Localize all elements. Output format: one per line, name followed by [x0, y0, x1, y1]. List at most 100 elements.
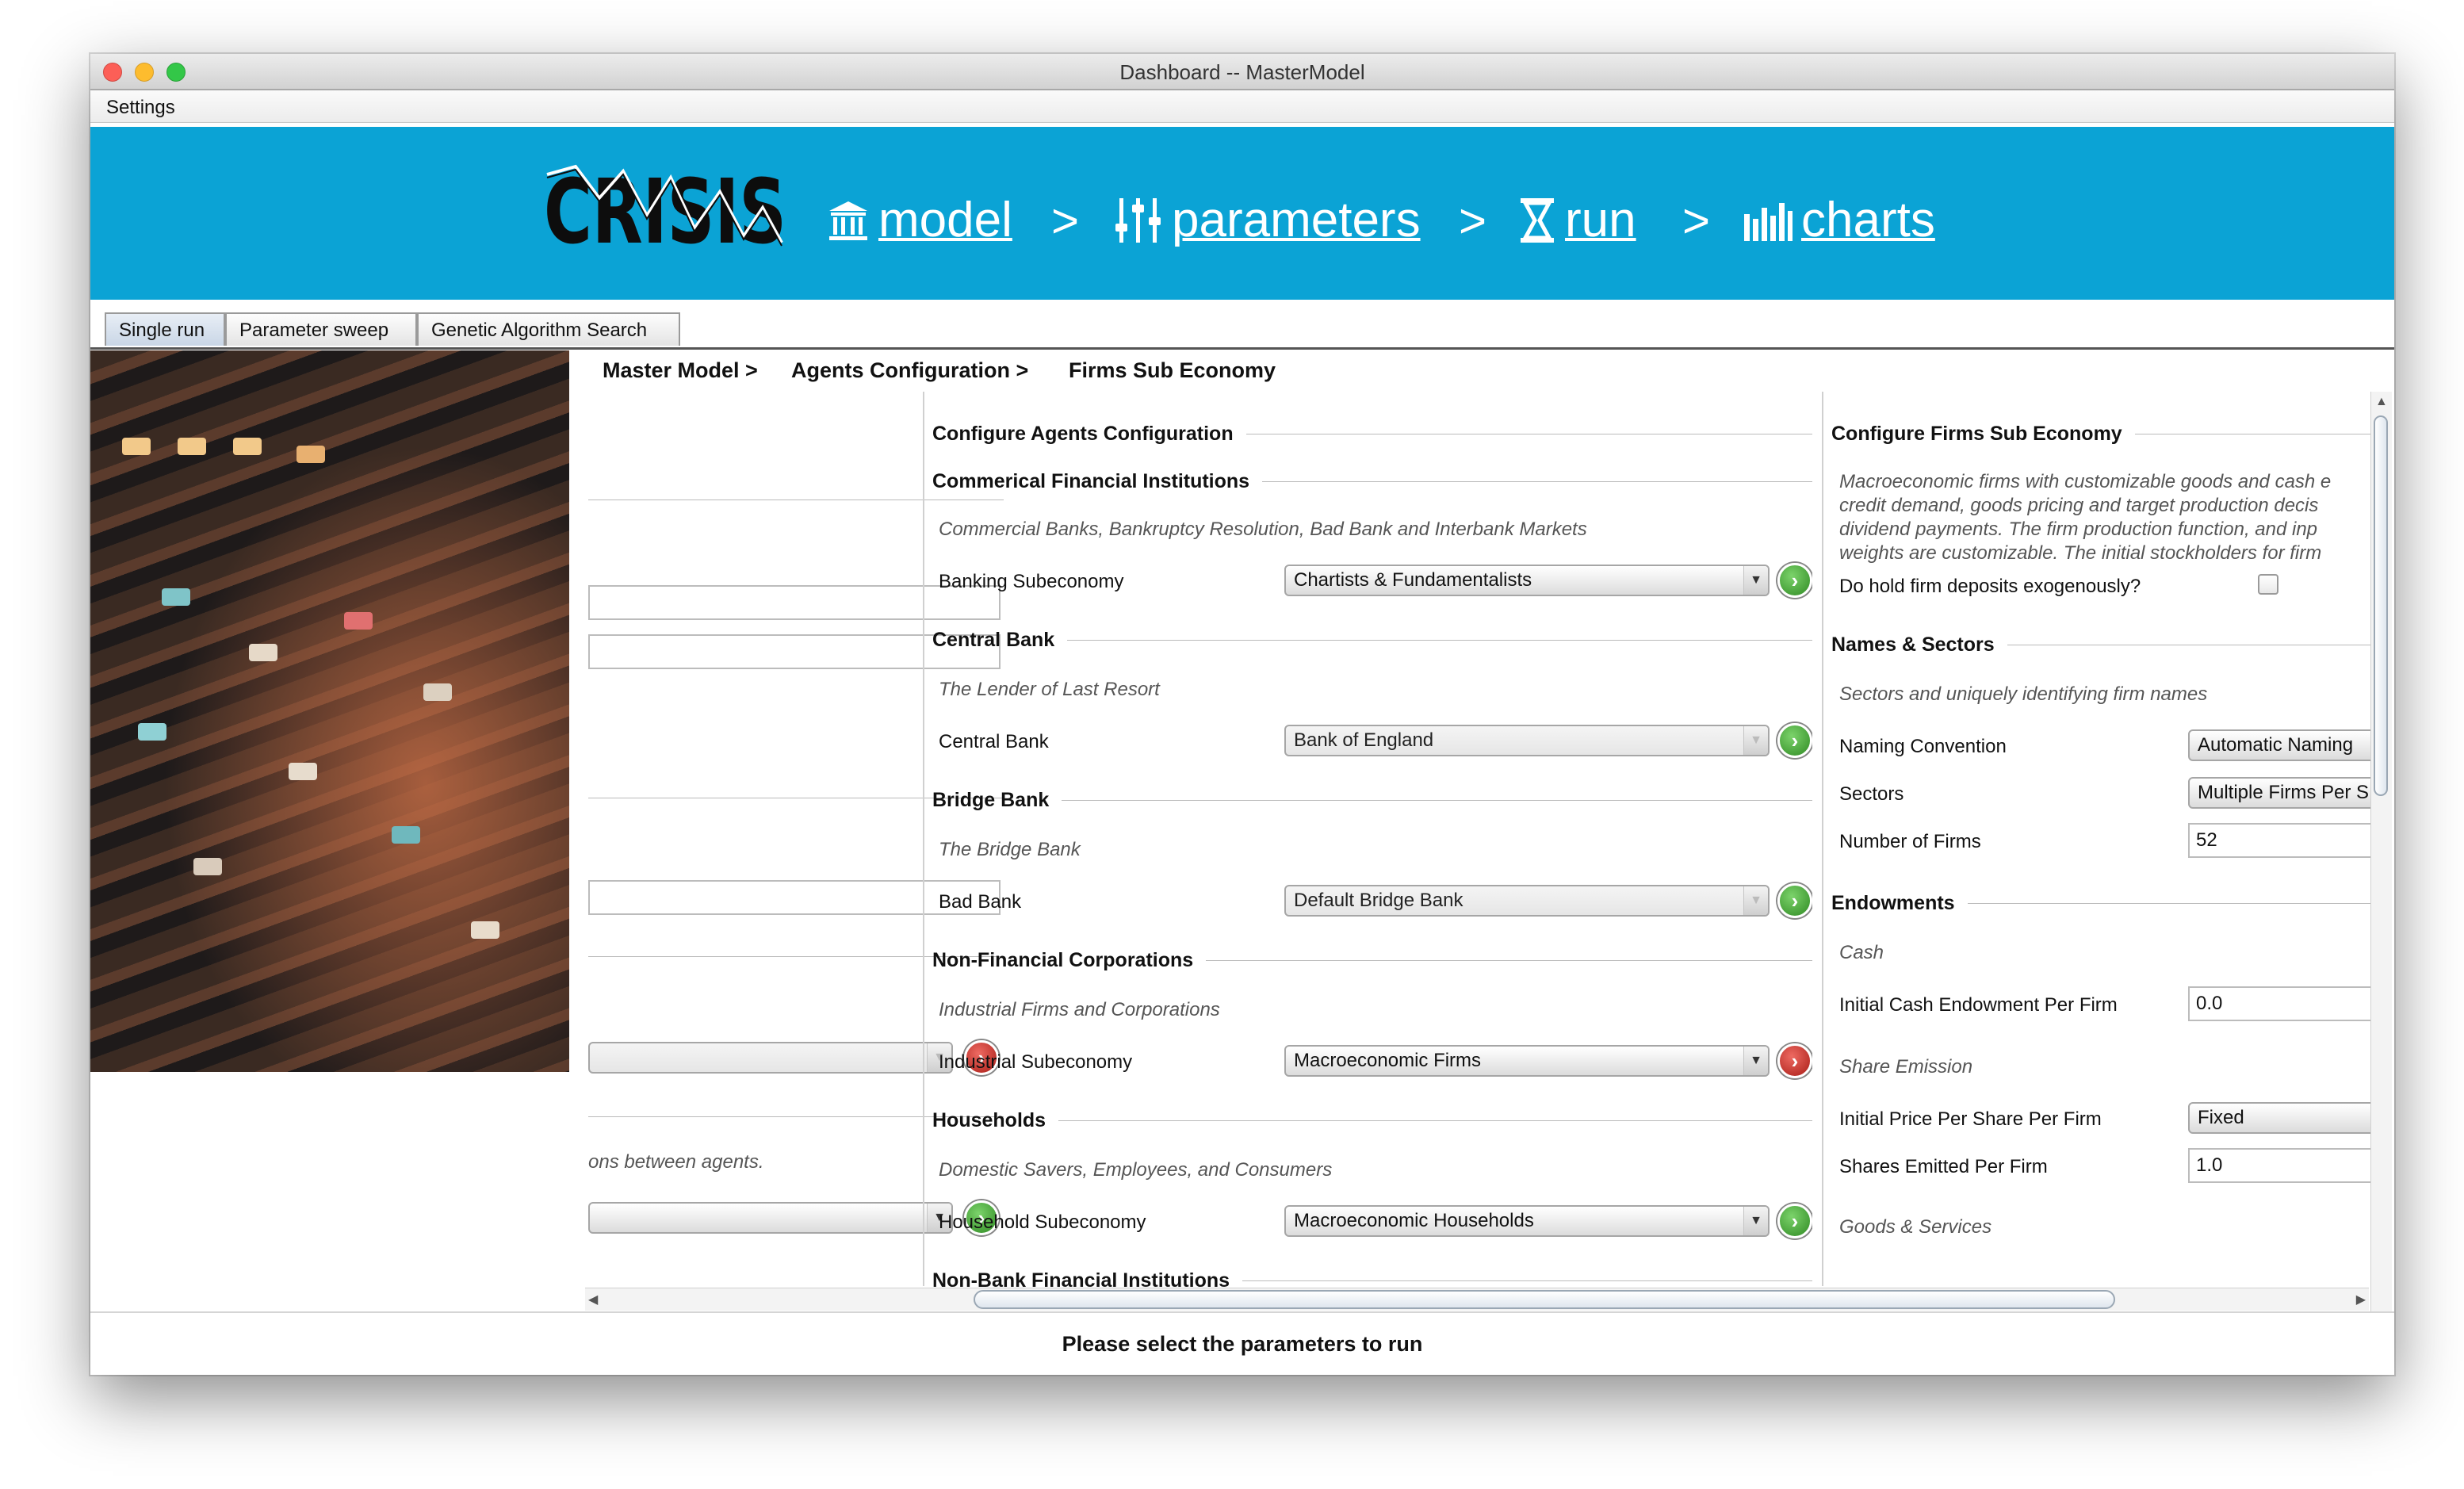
breadcrumb-agents-configuration[interactable]: Agents Configuration > — [791, 358, 1028, 383]
central-bank-configure-button[interactable]: › — [1777, 723, 1812, 758]
bad-bank-label: Bad Bank — [939, 891, 1022, 913]
industrial-subeconomy-label: Industrial Subeconomy — [939, 1051, 1133, 1073]
section-heading: Central Bank — [932, 626, 1812, 653]
breadcrumb-master-model[interactable]: Master Model > — [603, 358, 758, 383]
vertical-scrollbar[interactable]: ▲ ▼ — [2370, 392, 2392, 1338]
section-description: The Lender of Last Resort — [939, 679, 1160, 700]
left-dropdown-2[interactable]: ▼ — [588, 1202, 953, 1234]
header-banner: CRISIS model > parameters > run > charts — [90, 127, 2394, 300]
sliders-icon — [1115, 197, 1161, 243]
exogenous-deposits-label: Do hold firm deposits exogenously? — [1839, 576, 2141, 597]
nav-parameters-label: parameters — [1172, 193, 1421, 247]
number-of-firms-input[interactable]: 52 — [2188, 823, 2370, 858]
sectors-label: Sectors — [1839, 783, 1904, 805]
household-subeconomy-configure-button[interactable]: › — [1777, 1204, 1812, 1238]
section-heading: Non-Financial Corporations — [932, 947, 1812, 974]
firms-sub-economy-column: Configure Firms Sub Economy Macroeconomi… — [1831, 392, 2370, 1346]
column-divider — [1822, 392, 1823, 1286]
nav-model-label: model — [878, 193, 1012, 247]
industrial-subeconomy-select[interactable]: Macroeconomic Firms ▼ — [1284, 1045, 1770, 1077]
initial-price-select[interactable]: Fixed — [2188, 1102, 2370, 1134]
central-bank-select[interactable]: Bank of England ▼ — [1284, 725, 1770, 756]
exogenous-deposits-checkbox[interactable] — [2258, 574, 2278, 595]
nav-separator: > — [1682, 194, 1711, 247]
horizontal-scroll-thumb[interactable] — [974, 1290, 2115, 1309]
left-section-description: ons between agents. — [588, 1151, 764, 1173]
shares-emitted-label: Shares Emitted Per Firm — [1839, 1156, 2048, 1177]
nav-charts-link[interactable]: charts — [1743, 192, 1935, 248]
nav-model-link[interactable]: model — [826, 192, 1012, 248]
naming-convention-label: Naming Convention — [1839, 736, 2007, 757]
agents-configuration-column: Configure Agents Configuration Commerica… — [932, 392, 1812, 1346]
nav-charts-label: charts — [1801, 193, 1935, 247]
scroll-up-arrow-icon[interactable]: ▲ — [2375, 395, 2388, 409]
chevron-down-icon: ▼ — [1743, 1207, 1768, 1235]
firms-description-line: weights are customizable. The initial st… — [1839, 542, 2322, 564]
share-emission-subheading: Share Emission — [1839, 1056, 1973, 1078]
crisis-logo: CRISIS — [544, 161, 786, 255]
status-bar: Please select the parameters to run — [90, 1311, 2394, 1375]
cash-subheading: Cash — [1839, 942, 1884, 963]
section-description: Commercial Banks, Bankruptcy Resolution,… — [939, 519, 1587, 540]
section-heading: Households — [932, 1107, 1812, 1134]
hourglass-icon — [1521, 197, 1554, 243]
bad-bank-select[interactable]: Default Bridge Bank ▼ — [1284, 885, 1770, 917]
number-of-firms-label: Number of Firms — [1839, 831, 1981, 852]
section-heading: Bridge Bank — [932, 787, 1812, 813]
shares-emitted-input[interactable]: 1.0 — [2188, 1148, 2370, 1183]
nav-parameters-link[interactable]: parameters — [1113, 192, 1421, 248]
industrial-subeconomy-configure-button[interactable]: › — [1777, 1043, 1812, 1078]
tab-parameter-sweep[interactable]: Parameter sweep — [225, 312, 417, 346]
menu-bar: Settings — [90, 90, 2394, 123]
nav-run-link[interactable]: run — [1517, 192, 1636, 248]
chevron-down-icon: ▼ — [1743, 566, 1768, 595]
bad-bank-configure-button[interactable]: › — [1777, 883, 1812, 918]
initial-price-label: Initial Price Per Share Per Firm — [1839, 1108, 2102, 1130]
banking-subeconomy-configure-button[interactable]: › — [1777, 563, 1812, 598]
chevron-down-icon: ▼ — [1743, 726, 1768, 755]
breadcrumb-firms-sub-economy: Firms Sub Economy — [1069, 358, 1276, 382]
initial-cash-label: Initial Cash Endowment Per Firm — [1839, 994, 2118, 1016]
nav-separator: > — [1459, 194, 1487, 247]
menu-settings[interactable]: Settings — [106, 97, 175, 119]
firms-description-line: credit demand, goods pricing and target … — [1839, 495, 2319, 516]
section-heading: Commerical Financial Institutions — [932, 468, 1812, 495]
horizontal-scrollbar[interactable]: ◀ ▶ — [585, 1288, 2369, 1311]
column-divider — [923, 392, 924, 1286]
names-sectors-heading: Names & Sectors — [1831, 631, 2370, 658]
scroll-right-arrow-icon[interactable]: ▶ — [2356, 1292, 2366, 1307]
section-description: Industrial Firms and Corporations — [939, 999, 1220, 1020]
run-mode-tabs: Single run Parameter sweep Genetic Algor… — [90, 306, 2394, 350]
status-message: Please select the parameters to run — [1062, 1332, 1423, 1356]
section-description: The Bridge Bank — [939, 839, 1081, 860]
endowments-heading: Endowments — [1831, 890, 2370, 917]
bank-icon — [829, 201, 867, 240]
firms-description-line: dividend payments. The firm production f… — [1839, 519, 2318, 540]
bar-chart-icon — [1744, 202, 1793, 241]
main-window: Dashboard -- MasterModel Settings CRISIS… — [90, 54, 2394, 1375]
chevron-down-icon: ▼ — [1743, 886, 1768, 915]
naming-convention-select[interactable]: Automatic Naming — [2188, 729, 2370, 761]
section-description: Domestic Savers, Employees, and Consumer… — [939, 1159, 1333, 1181]
banking-subeconomy-label: Banking Subeconomy — [939, 571, 1124, 592]
banking-subeconomy-select[interactable]: Chartists & Fundamentalists ▼ — [1284, 565, 1770, 596]
initial-cash-input[interactable]: 0.0 — [2188, 986, 2370, 1021]
goods-services-subheading: Goods & Services — [1839, 1216, 1992, 1238]
firms-sub-economy-title: Configure Firms Sub Economy — [1831, 420, 2370, 447]
household-subeconomy-select[interactable]: Macroeconomic Households ▼ — [1284, 1205, 1770, 1237]
sectors-select[interactable]: Multiple Firms Per S — [2188, 777, 2370, 809]
left-dropdown-1[interactable]: ▼ — [588, 1042, 953, 1074]
household-subeconomy-label: Household Subeconomy — [939, 1211, 1146, 1233]
nav-run-label: run — [1565, 193, 1636, 247]
agents-configuration-title: Configure Agents Configuration — [932, 420, 1812, 447]
central-bank-label: Central Bank — [939, 731, 1049, 752]
tab-single-run[interactable]: Single run — [105, 312, 225, 346]
vertical-scroll-thumb[interactable] — [2374, 415, 2388, 796]
chevron-down-icon: ▼ — [1743, 1047, 1768, 1075]
scroll-left-arrow-icon[interactable]: ◀ — [588, 1292, 598, 1307]
tab-genetic-algorithm-search[interactable]: Genetic Algorithm Search — [417, 312, 680, 346]
names-sectors-description: Sectors and uniquely identifying firm na… — [1839, 683, 2208, 705]
firms-description-line: Macroeconomic firms with customizable go… — [1839, 471, 2332, 492]
window-title: Dashboard -- MasterModel — [1119, 60, 1365, 84]
title-bar: Dashboard -- MasterModel — [90, 54, 2394, 90]
